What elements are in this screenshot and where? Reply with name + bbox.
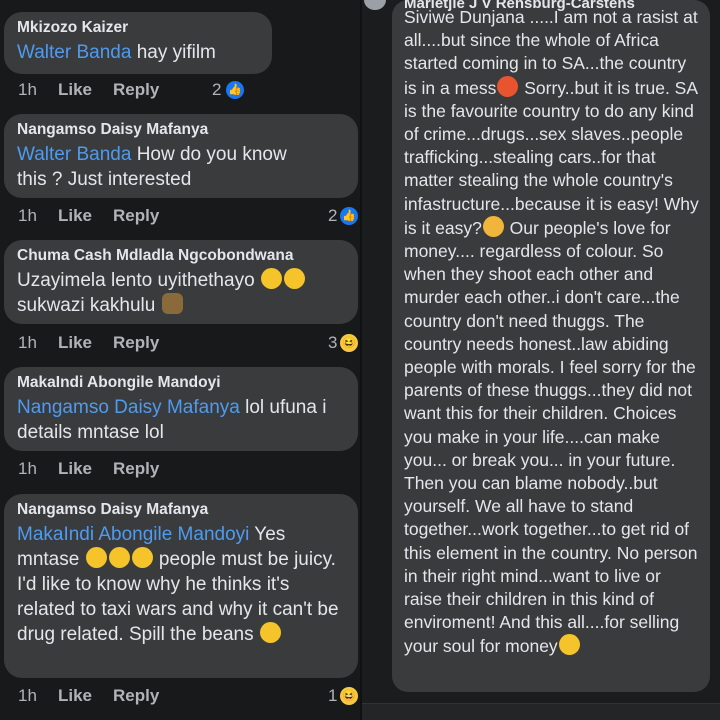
rolling-laughing-emoji-icon [259,622,281,643]
mention-link[interactable]: Nangamso Daisy Mafanya [17,397,240,418]
reply-button[interactable]: Reply [113,206,159,226]
avatar[interactable] [364,0,386,10]
comment-author[interactable]: Chuma Cash Mdladla Ngcobondwana [17,247,345,265]
comment-bubble: Chuma Cash Mdladla Ngcobondwana Uzayimel… [4,240,358,324]
comment-text: hay yifilm [131,42,216,63]
comment-time[interactable]: 1h [18,206,37,226]
rolling-laughing-emoji-icon [108,547,130,568]
like-icon[interactable]: 👍 [226,81,244,99]
comment-time[interactable]: 1h [18,459,37,479]
tears-of-joy-emoji-icon [260,268,282,289]
like-button[interactable]: Like [58,206,92,226]
mention-link[interactable]: MakaIndi Abongile Mandoyi [17,524,249,545]
comment-bubble: Mkizozo Kaizer Walter Banda hay yifilm [4,12,272,74]
comment-actions: 1h Like Reply 1 😆 [18,686,358,712]
comment-actions: 1h Like Reply 2 👍 [18,80,358,106]
comment-text: sukwazi kakhulu [17,295,156,316]
like-icon[interactable]: 👍 [340,207,358,225]
reply-button[interactable]: Reply [113,333,159,353]
angry-emoji-icon [497,75,519,97]
reaction-count[interactable]: 1 [328,686,337,706]
comment-actions: 1h Like Reply [18,459,358,485]
comment-time[interactable]: 1h [18,80,37,100]
comment-actions: 1h Like Reply 2 👍 [18,206,358,232]
comment-text: Uzayimela lento uyithethayo [17,270,255,291]
comment-text: Siviwe Dunjana .....I am not a rasist at… [404,6,702,659]
comment-time[interactable]: 1h [18,686,37,706]
comment-text-part: Our people's love for money.... regardle… [404,217,698,657]
like-button[interactable]: Like [58,333,92,353]
comment-bubble: Marietjie J V Rensburg-Carstens Siviwe D… [392,0,710,692]
like-button[interactable]: Like [58,459,92,479]
comment-bubble: MakaIndi Abongile Mandoyi Nangamso Daisy… [4,367,358,451]
comment-author[interactable]: Nangamso Daisy Mafanya [17,501,345,519]
comments-pane-left: Mkizozo Kaizer Walter Banda hay yifilm 1… [0,0,360,720]
reaction-count[interactable]: 2 [328,206,337,226]
comment-author[interactable]: MakaIndi Abongile Mandoyi [17,374,345,392]
haha-icon[interactable]: 😆 [340,687,358,705]
reaction-count[interactable]: 3 [328,333,337,353]
mention-link[interactable]: Walter Banda [17,42,131,63]
facepalm-emoji-icon [161,293,183,314]
comment-input-bar[interactable] [362,703,720,720]
reply-button[interactable]: Reply [113,686,159,706]
rolling-laughing-emoji-icon [131,547,153,568]
comment-author[interactable]: Nangamso Daisy Mafanya [17,121,345,139]
mention-link[interactable]: Walter Banda [17,144,131,165]
comment-time[interactable]: 1h [18,333,37,353]
thinking-emoji-icon [482,215,504,237]
sleepy-emoji-icon [558,634,580,656]
tears-of-joy-emoji-icon [283,268,305,289]
comment-bubble: Nangamso Daisy Mafanya MakaIndi Abongile… [4,494,358,678]
comment-author[interactable]: Mkizozo Kaizer [17,19,259,37]
comments-pane-right: Marietjie J V Rensburg-Carstens Siviwe D… [360,0,720,720]
comment-actions: 1h Like Reply 3 😆 [18,333,358,359]
reply-button[interactable]: Reply [113,80,159,100]
reaction-count[interactable]: 2 [212,80,221,100]
comment-text-part: Sorry..but it is true. SA is the favouri… [404,77,699,238]
like-button[interactable]: Like [58,686,92,706]
comment-bubble: Nangamso Daisy Mafanya Walter Banda How … [4,114,358,198]
haha-icon[interactable]: 😆 [340,334,358,352]
rolling-laughing-emoji-icon [85,547,107,568]
reply-button[interactable]: Reply [113,459,159,479]
like-button[interactable]: Like [58,80,92,100]
